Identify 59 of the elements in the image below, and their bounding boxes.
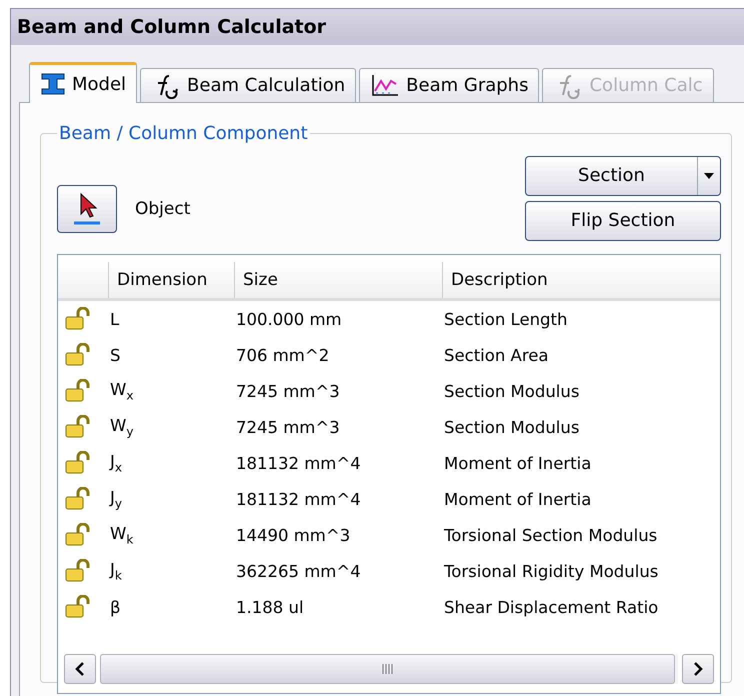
window-title: Beam and Column Calculator <box>11 9 744 45</box>
table-cell-text: 7245 mm^3 <box>235 382 341 400</box>
chevron-left-icon <box>75 662 85 676</box>
table-cell-text: Section Area <box>443 346 550 364</box>
table-cell-text: L <box>109 310 120 328</box>
column-header[interactable]: Size <box>234 262 442 298</box>
table-cell-text: Section Modulus <box>443 382 580 400</box>
table-cell-text: Section Modulus <box>443 418 580 436</box>
table-cell-text: W$_{x}$ <box>109 380 134 402</box>
padlock-icon <box>64 379 92 403</box>
table-cell-text: 100.000 mm <box>235 310 343 328</box>
table-cell-text: 706 mm^2 <box>235 346 330 364</box>
table-cell-text: 181132 mm^4 <box>235 454 362 472</box>
table-cell-text: 362265 mm^4 <box>235 562 362 580</box>
table-cell-text: Moment of Inertia <box>443 454 592 472</box>
table-cell-text: Torsional Section Modulus <box>443 526 658 544</box>
padlock-icon <box>64 595 92 619</box>
table-cell-text: 1.188 ul <box>235 598 305 616</box>
table-cell-text: Section Length <box>443 310 568 328</box>
table-cell-text: Shear Displacement Ratio <box>443 598 660 616</box>
table-cell-text: J$_{y}$ <box>108 488 123 510</box>
tab[interactable]: Beam Calculation <box>140 68 356 102</box>
padlock-icon <box>64 343 92 367</box>
table-cell-text: Moment of Inertia <box>443 490 592 508</box>
table-cell-text: W$_{k}$ <box>109 524 134 546</box>
table-cell-text: 14490 mm^3 <box>235 526 352 544</box>
padlock-icon <box>64 487 92 511</box>
padlock-icon <box>64 415 92 439</box>
padlock-icon <box>64 307 92 331</box>
i-beam-icon <box>40 72 66 96</box>
padlock-icon <box>64 523 92 547</box>
column-header[interactable]: Description <box>442 262 720 298</box>
table-cell-text: J$_{k}$ <box>108 560 123 582</box>
scroll-left-button[interactable] <box>64 654 96 684</box>
select-object-button[interactable] <box>57 185 117 233</box>
graph-icon <box>370 72 400 98</box>
table-cell-text: 181132 mm^4 <box>235 490 362 508</box>
tab[interactable]: Beam Graphs <box>359 68 540 102</box>
group-title: Beam / Column Component <box>58 123 309 144</box>
object-label: Object <box>135 199 190 219</box>
table-cell-text: β <box>109 598 122 616</box>
table-cell-text: W$_{y}$ <box>109 416 134 438</box>
scroll-thumb[interactable] <box>100 654 675 684</box>
section-button[interactable]: Section <box>525 156 721 196</box>
table-cell-text: 7245 mm^3 <box>235 418 341 436</box>
tab[interactable]: Model <box>29 62 138 103</box>
table-cell-text: S <box>109 346 122 364</box>
table-cell-text: Torsional Rigidity Modulus <box>443 562 660 580</box>
dropdown-caret-icon <box>704 172 714 178</box>
padlock-icon <box>64 451 92 475</box>
chevron-right-icon <box>693 662 703 676</box>
padlock-icon <box>64 559 92 583</box>
horizontal-scrollbar[interactable] <box>64 651 714 687</box>
cursor-icon <box>72 192 102 226</box>
grip-icon <box>382 663 394 675</box>
scroll-right-button[interactable] <box>682 654 714 684</box>
table-cell-text: J$_{x}$ <box>108 452 123 474</box>
column-header[interactable]: Dimension <box>108 262 234 298</box>
flip-section-button[interactable]: Flip Section <box>525 200 721 240</box>
